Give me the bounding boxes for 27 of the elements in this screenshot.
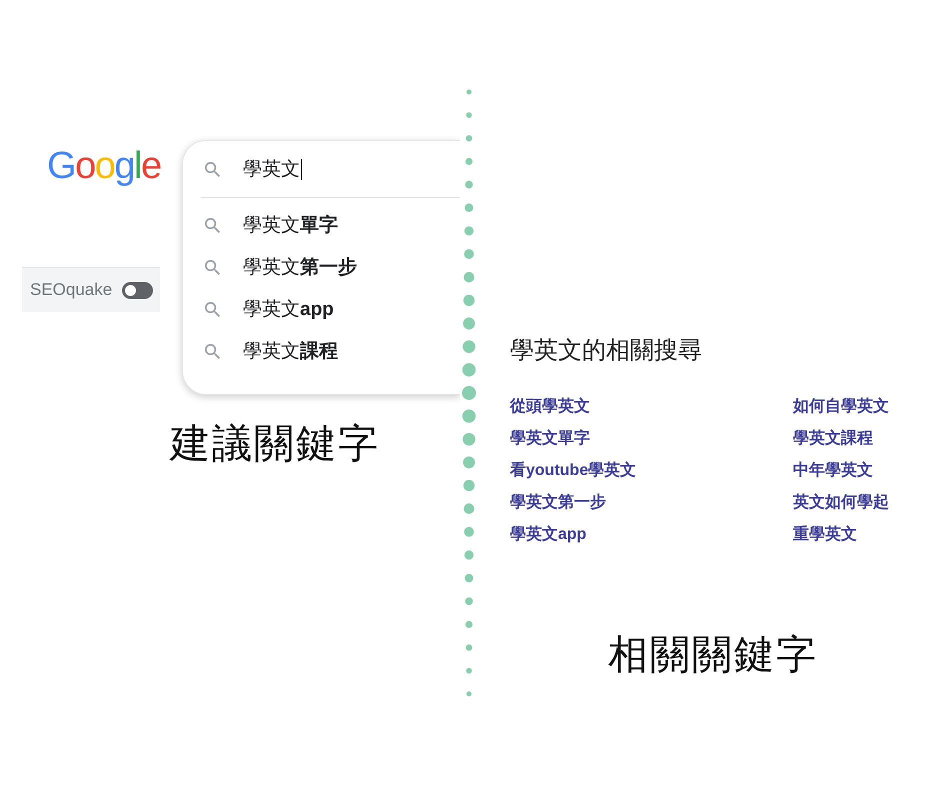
related-search-link[interactable]: 學英文單字 — [510, 423, 590, 455]
related-search-link[interactable]: 重學英文 — [793, 519, 857, 551]
related-search-link[interactable]: 學英文課程 — [793, 423, 873, 455]
toggle-switch[interactable] — [122, 282, 154, 298]
search-icon — [205, 260, 220, 274]
section-caption: 相關關鍵字 — [608, 632, 818, 678]
suggestion-item[interactable]: 學英文第一步 — [183, 246, 460, 288]
search-field[interactable]: 學英文 — [183, 141, 460, 197]
search-icon — [205, 344, 220, 358]
related-search-link[interactable]: 學英文app — [510, 519, 586, 551]
section-caption: 建議關鍵字 — [170, 421, 380, 467]
suggestion-item[interactable]: 學英文單字 — [183, 204, 460, 246]
search-icon — [205, 302, 220, 316]
related-searches-title: 學英文的相關搜尋 — [510, 336, 702, 366]
related-search-link[interactable]: 學英文第一步 — [510, 487, 606, 519]
related-search-link[interactable]: 從頭學英文 — [510, 391, 590, 423]
related-search-link[interactable]: 英文如何學起 — [793, 487, 889, 519]
related-search-link[interactable]: 如何自學英文 — [793, 391, 889, 423]
text-cursor — [301, 158, 302, 180]
suggestion-item[interactable]: 學英文app — [183, 288, 460, 330]
logo: Google — [47, 144, 161, 188]
related-search-link[interactable]: 中年學英文 — [793, 455, 873, 487]
search-icon — [205, 162, 220, 176]
suggestion-item[interactable]: 學英文課程 — [183, 330, 460, 372]
seoquake-label: SEOquake — [30, 280, 112, 300]
search-icon — [205, 218, 220, 232]
related-search-link[interactable]: 看youtube學英文 — [510, 455, 636, 487]
